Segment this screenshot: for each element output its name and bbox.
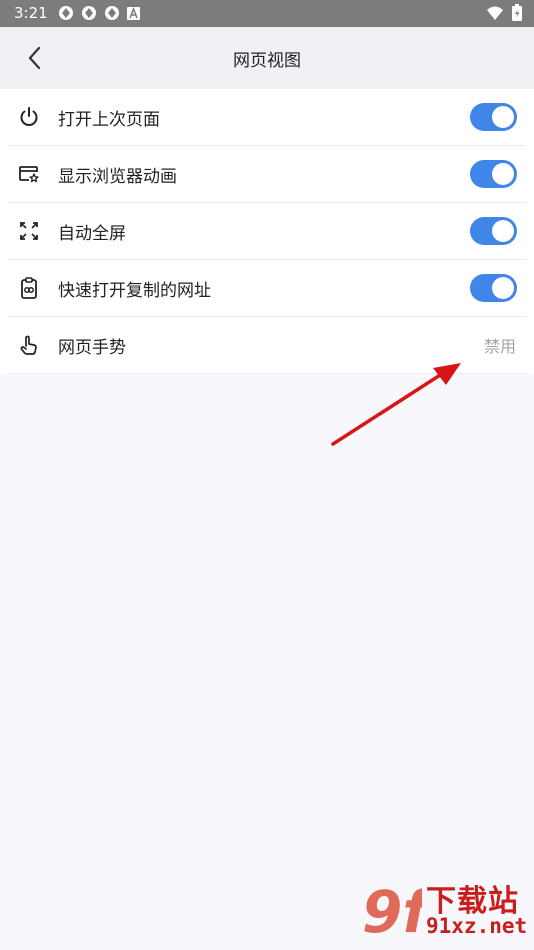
setting-quick-open-copied-url[interactable]: 快速打开复制的网址 (8, 260, 526, 317)
toggle-knob (492, 163, 514, 185)
setting-label: 快速打开复制的网址 (58, 280, 211, 301)
sync-icon (82, 6, 96, 20)
watermark: 9f 下载站 91xz.net (360, 876, 530, 946)
toggle-switch[interactable] (470, 274, 517, 302)
setting-value: 禁用 (483, 337, 516, 356)
status-right (486, 4, 522, 21)
top-app-bar: 网页视图 (0, 27, 534, 89)
sync-icon (105, 6, 119, 20)
setting-label: 自动全屏 (58, 223, 126, 244)
wifi-icon (487, 6, 503, 20)
fullscreen-icon (20, 222, 38, 240)
setting-browser-animation[interactable]: 显示浏览器动画 (8, 146, 526, 203)
gesture-hand-icon (20, 335, 37, 355)
setting-label: 打开上次页面 (58, 109, 160, 130)
power-icon (20, 107, 38, 126)
status-time: 3:21 (14, 4, 48, 22)
sync-icon (59, 6, 73, 20)
watermark-logo-icon: 9f (362, 878, 422, 942)
setting-label: 网页手势 (58, 337, 126, 358)
status-bar: 3:21 (0, 0, 534, 27)
toggle-knob (492, 220, 514, 242)
toggle-knob (492, 106, 514, 128)
setting-open-last-page[interactable]: 打开上次页面 (8, 89, 526, 146)
watermark-logo-text: 9f (362, 878, 422, 942)
toggle-switch[interactable] (470, 217, 517, 245)
browser-star-icon (19, 166, 39, 183)
toggle-switch[interactable] (470, 160, 517, 188)
font-icon (127, 6, 140, 20)
settings-list: 打开上次页面 显示浏览器动画 自动全屏 快速打开复制的网址 网页手势 禁用 (0, 89, 534, 374)
toggle-knob (492, 277, 514, 299)
setting-web-gestures[interactable]: 网页手势 禁用 (8, 317, 526, 374)
toggle-switch[interactable] (470, 103, 517, 131)
page-title: 网页视图 (233, 51, 301, 71)
notification-icons (58, 5, 140, 21)
clipboard-link-icon (21, 277, 37, 299)
setting-auto-fullscreen[interactable]: 自动全屏 (8, 203, 526, 260)
battery-icon (512, 4, 522, 21)
setting-label: 显示浏览器动画 (58, 166, 177, 187)
watermark-domain: 91xz.net (426, 914, 528, 938)
